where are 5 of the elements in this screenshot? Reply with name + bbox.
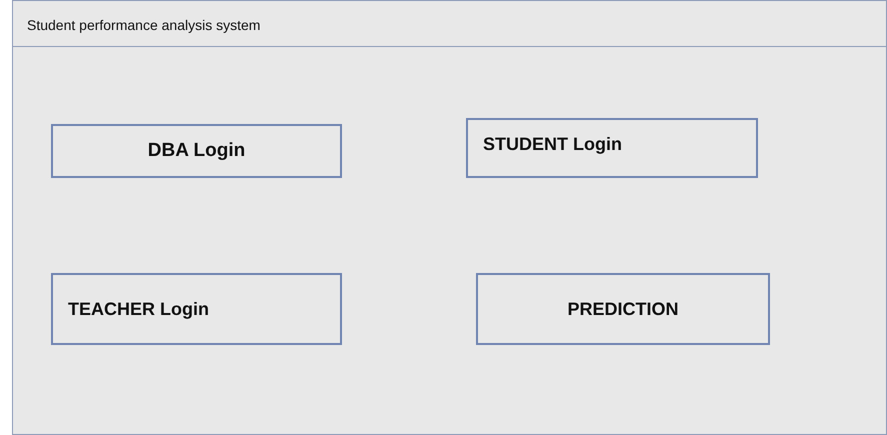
login-button[interactable]: STUDENT Login	[466, 118, 758, 178]
window-title: Student performance analysis system	[13, 1, 886, 47]
login-button[interactable]: TEACHER Login	[51, 273, 342, 345]
login-button[interactable]: DBA Login	[51, 124, 342, 178]
login-button[interactable]: PREDICTION	[476, 273, 770, 345]
